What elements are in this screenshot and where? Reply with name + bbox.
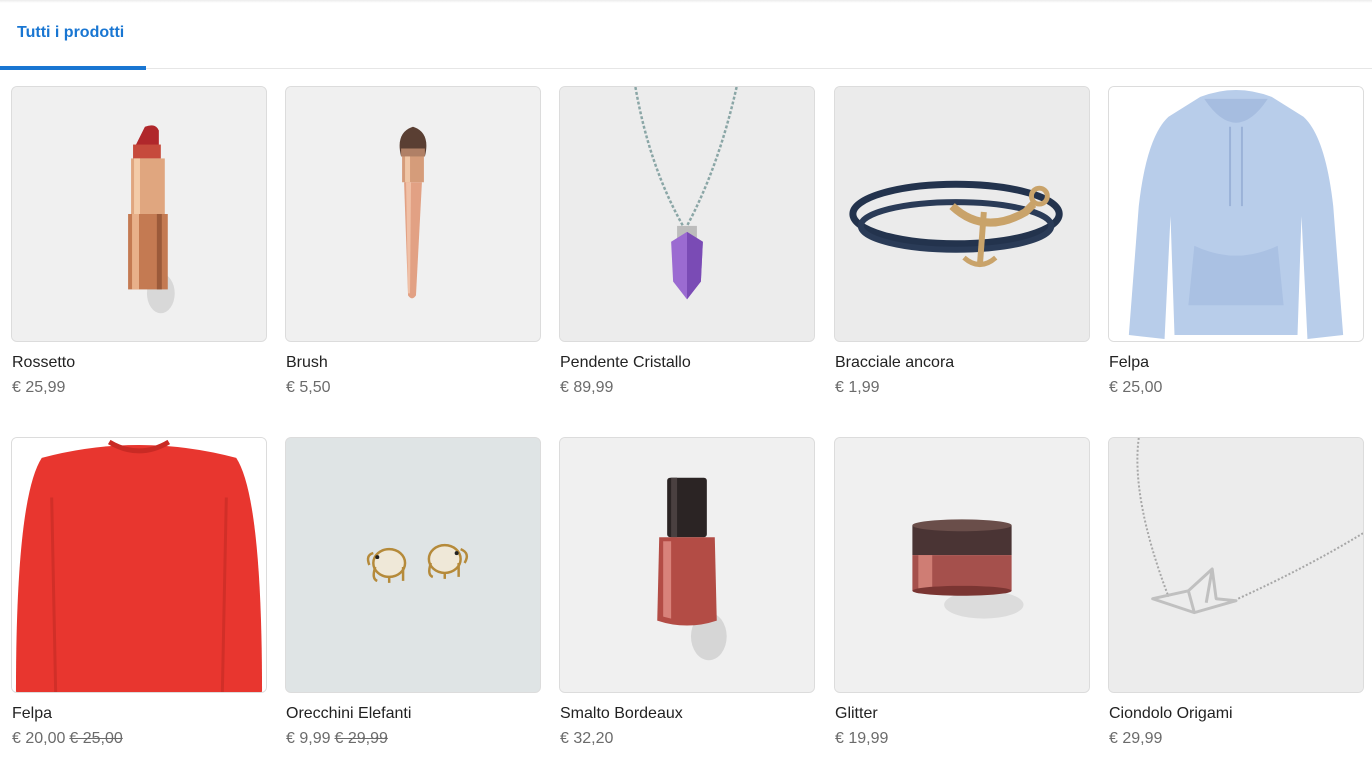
category-tab-bar: Tutti i prodotti	[0, 0, 1372, 70]
product-price-row: € 1,99	[835, 379, 879, 397]
product-price-row: € 9,99 € 29,99	[286, 730, 388, 748]
product-price-row: € 20,00 € 25,00	[12, 730, 123, 748]
product-price: € 25,00	[1109, 379, 1163, 396]
product-price: € 89,99	[560, 379, 614, 396]
anchor-bracelet-icon[interactable]	[834, 86, 1090, 342]
product-name: Felpa	[12, 705, 53, 722]
product-price: € 5,50	[286, 379, 331, 396]
product-name: Pendente Cristallo	[560, 354, 691, 371]
product-price: € 1,99	[835, 379, 880, 396]
product-name: Orecchini Elefanti	[286, 705, 412, 722]
makeup-brush-icon[interactable]	[285, 86, 541, 342]
product-name: Glitter	[835, 705, 878, 722]
tab-tutti-i-prodotti[interactable]: Tutti i prodotti	[0, 0, 146, 70]
active-tab-indicator	[0, 66, 146, 70]
tab-label: Tutti i prodotti	[17, 24, 125, 41]
elephant-earrings-icon[interactable]	[285, 437, 541, 693]
product-price: € 29,99	[1109, 730, 1163, 747]
product-price-row: € 19,99	[835, 730, 888, 748]
glitter-jar-icon[interactable]	[834, 437, 1090, 693]
product-name: Felpa	[1109, 354, 1150, 371]
product-name: Brush	[286, 354, 328, 371]
blue-hoodie-icon[interactable]	[1108, 86, 1364, 342]
product-price-row: € 32,20	[560, 730, 613, 748]
nail-polish-icon[interactable]	[559, 437, 815, 693]
product-price: € 9,99	[286, 730, 331, 747]
origami-pendant-icon[interactable]	[1108, 437, 1364, 693]
crystal-pendant-icon[interactable]	[559, 86, 815, 342]
product-price: € 20,00	[12, 730, 66, 747]
product-name: Rossetto	[12, 354, 76, 371]
product-price-row: € 89,99	[560, 379, 613, 397]
product-price: € 32,20	[560, 730, 614, 747]
red-sweatshirt-icon[interactable]	[11, 437, 267, 693]
product-price: € 19,99	[835, 730, 889, 747]
product-price-row: € 29,99	[1109, 730, 1162, 748]
product-name: Ciondolo Origami	[1109, 705, 1233, 722]
product-price-row: € 25,00	[1109, 379, 1162, 397]
product-old-price: € 25,00	[69, 730, 123, 747]
product-price-row: € 25,99	[12, 379, 65, 397]
product-old-price: € 29,99	[334, 730, 388, 747]
top-shadow	[0, 0, 1372, 3]
product-name: Bracciale ancora	[835, 354, 955, 371]
product-name: Smalto Bordeaux	[560, 705, 683, 722]
product-price: € 25,99	[12, 379, 66, 396]
product-price-row: € 5,50	[286, 379, 330, 397]
lipstick-icon[interactable]	[11, 86, 267, 342]
